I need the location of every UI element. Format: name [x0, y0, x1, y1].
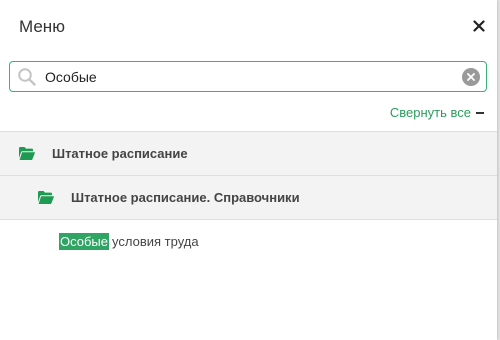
tree-item-staff-schedule-directories[interactable]: Штатное расписание. Справочники [0, 175, 497, 219]
tree-item-special-working-conditions[interactable]: Особые условия труда [59, 232, 199, 250]
search-input[interactable] [45, 66, 455, 88]
tree-item-staff-schedule[interactable]: Штатное расписание [0, 131, 497, 175]
close-icon [473, 20, 485, 32]
folder-open-icon [19, 147, 35, 160]
collapse-all-label: Свернуть все [389, 105, 471, 120]
minus-icon [476, 111, 484, 114]
menu-header: Меню [0, 0, 497, 56]
tree-item-label: условия труда [112, 233, 199, 249]
search-match-highlight: Особые [59, 232, 110, 250]
search-icon [18, 68, 36, 86]
close-button[interactable] [469, 15, 489, 37]
menu-tree: Штатное расписание Штатное расписание. С… [0, 131, 497, 220]
tree-item-label: Штатное расписание [52, 146, 188, 161]
clear-search-button[interactable] [462, 68, 480, 86]
menu-panel: Меню Свернуть все Штатное распис [0, 0, 497, 340]
folder-open-icon [38, 191, 54, 204]
search-box [9, 61, 487, 92]
menu-title: Меню [19, 17, 65, 36]
tree-item-label: Штатное расписание. Справочники [71, 190, 300, 205]
divider [0, 219, 497, 220]
clear-icon [467, 73, 475, 81]
collapse-all-button[interactable]: Свернуть все [390, 105, 484, 120]
